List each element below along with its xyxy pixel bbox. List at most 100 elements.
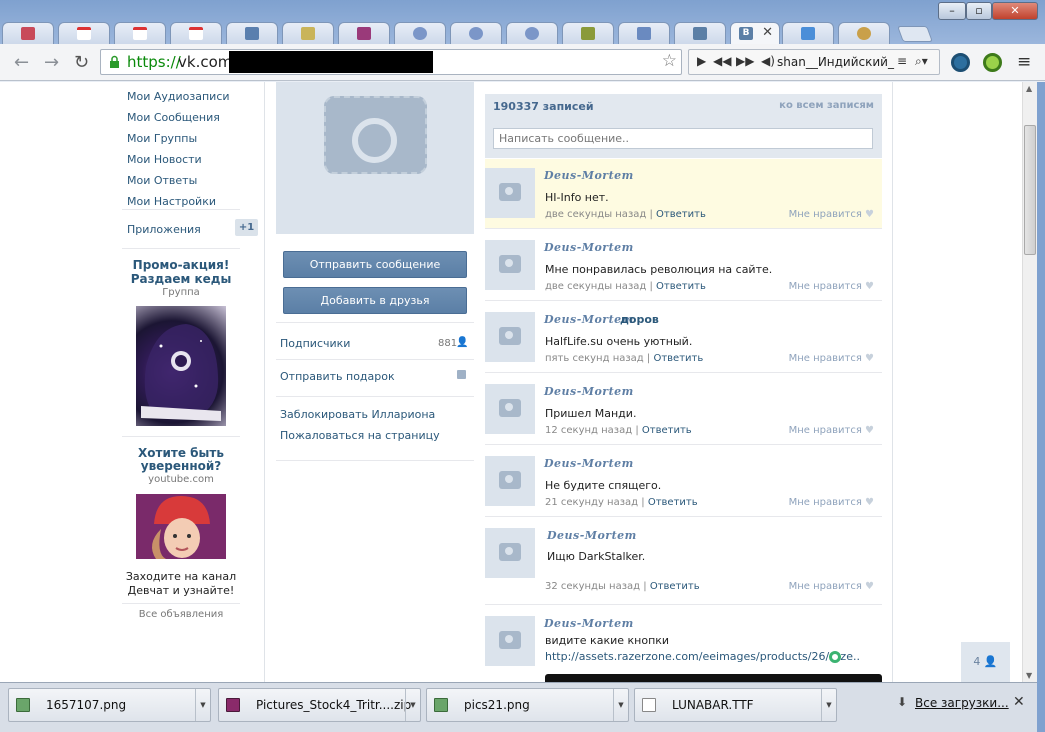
all-downloads-link[interactable]: Все загрузки... — [915, 696, 1009, 710]
online-count-badge[interactable]: 4 👤 — [961, 642, 1010, 682]
video-preview[interactable] — [545, 674, 882, 682]
scroll-up-icon[interactable]: ▲ — [1026, 84, 1032, 93]
tab-5[interactable] — [226, 22, 278, 44]
tab-7[interactable] — [338, 22, 390, 44]
address-bar[interactable]: https:// vk.com/ ☆ — [100, 49, 682, 75]
like-button[interactable]: Мне нравится ♥ — [789, 497, 874, 508]
tab-13[interactable] — [674, 22, 726, 44]
ad1-image[interactable] — [136, 306, 226, 426]
nav-groups[interactable]: Мои Группы — [127, 132, 197, 145]
apps-badge[interactable]: +1 — [235, 219, 258, 236]
download-item[interactable]: pics21.png ▼ — [426, 688, 629, 722]
nav-news[interactable]: Мои Новости — [127, 153, 202, 166]
tab-11[interactable] — [562, 22, 614, 44]
nav-apps[interactable]: Приложения — [127, 223, 201, 236]
tab-vk-active[interactable]: В ✕ — [730, 22, 780, 45]
search-icon[interactable]: ⌕▾ — [915, 54, 928, 69]
nav-settings[interactable]: Мои Настройки — [127, 195, 216, 208]
like-button[interactable]: Мне нравится ♥ — [789, 281, 874, 292]
reply-link[interactable]: Ответить — [650, 581, 700, 592]
tab-8[interactable] — [394, 22, 446, 44]
close-icon[interactable]: ✕ — [1013, 694, 1025, 710]
wall-message-input[interactable]: Написать сообщение.. — [493, 128, 873, 149]
avatar[interactable] — [485, 384, 535, 434]
post-author[interactable]: Deus-Mortem — [544, 241, 634, 254]
tab-3[interactable] — [114, 22, 166, 44]
tab-1[interactable] — [2, 22, 54, 44]
avatar[interactable] — [485, 168, 535, 218]
post-time[interactable]: пять секунд назад — [545, 353, 644, 364]
avatar[interactable] — [485, 528, 535, 578]
reply-link[interactable]: Ответить — [642, 425, 692, 436]
post-time[interactable]: 32 секунды назад — [545, 581, 640, 592]
download-item[interactable]: LUNABAR.TTF ▼ — [634, 688, 837, 722]
avatar[interactable] — [485, 456, 535, 506]
post-time[interactable]: 12 секунд назад — [545, 425, 632, 436]
post-time[interactable]: две секунды назад — [545, 209, 646, 220]
all-posts-link[interactable]: ко всем записям — [779, 100, 874, 111]
tab-15[interactable] — [782, 22, 834, 44]
nav-messages[interactable]: Мои Сообщения — [127, 111, 220, 124]
reply-link[interactable]: Ответить — [656, 209, 706, 220]
like-button[interactable]: Мне нравится ♥ — [789, 353, 874, 364]
window-close-button[interactable]: ✕ — [992, 2, 1038, 20]
avatar[interactable] — [485, 616, 535, 666]
forward-icon[interactable]: → — [44, 52, 59, 73]
scroll-down-icon[interactable]: ▼ — [1026, 671, 1032, 680]
tab-4[interactable] — [170, 22, 222, 44]
ad2-title[interactable]: Хотите быть — [122, 446, 240, 460]
tab-16[interactable] — [838, 22, 890, 44]
chevron-down-icon[interactable]: ▼ — [405, 689, 420, 721]
post-link[interactable]: http://assets.razerzone.com/eeimages/pro… — [545, 650, 860, 663]
add-friend-button[interactable]: Добавить в друзья — [283, 287, 467, 314]
bookmark-star-icon[interactable]: ☆ — [662, 51, 677, 71]
maximize-button[interactable]: ▫ — [966, 2, 992, 20]
tab-9[interactable] — [450, 22, 502, 44]
tab-12[interactable] — [618, 22, 670, 44]
scroll-thumb[interactable] — [1024, 125, 1036, 255]
post-author-suffix[interactable]: доров — [620, 313, 659, 326]
tab-10[interactable] — [506, 22, 558, 44]
post-author[interactable]: Deus-Mortem — [547, 529, 637, 542]
reply-link[interactable]: Ответить — [656, 281, 706, 292]
chevron-down-icon[interactable]: ▼ — [613, 689, 628, 721]
reload-icon[interactable]: ↻ — [74, 52, 89, 73]
tab-close-icon[interactable]: ✕ — [762, 25, 773, 40]
extension-icon[interactable] — [983, 53, 1002, 72]
playlist-icon[interactable]: ≡ — [897, 54, 907, 68]
minimize-button[interactable]: – — [938, 2, 966, 20]
post-author[interactable]: Deus-Mortem — [544, 457, 634, 470]
reply-link[interactable]: Ответить — [648, 497, 698, 508]
avatar[interactable] — [485, 240, 535, 290]
post-author[interactable]: Deus-Mortem — [544, 169, 634, 182]
download-item[interactable]: Pictures_Stock4_Tritr....zip ▼ — [218, 688, 421, 722]
all-ads-link[interactable]: Все объявления — [122, 609, 240, 620]
extension-icon[interactable] — [951, 53, 970, 72]
ad1-title-2[interactable]: Раздаем кеды — [122, 272, 240, 286]
play-icon[interactable]: ▶ — [697, 54, 706, 68]
menu-icon[interactable]: ≡ — [1017, 52, 1031, 72]
reply-link[interactable]: Ответить — [653, 353, 703, 364]
back-icon[interactable]: ← — [14, 52, 29, 73]
new-tab-button[interactable] — [897, 26, 933, 42]
download-item[interactable]: 1657107.png ▼ — [8, 688, 211, 722]
chevron-down-icon[interactable]: ▼ — [821, 689, 836, 721]
post-time[interactable]: 21 секунду назад — [545, 497, 638, 508]
ad2-image[interactable] — [136, 494, 226, 559]
report-page-link[interactable]: Пожаловаться на страницу — [280, 429, 440, 442]
tab-2[interactable] — [58, 22, 110, 44]
nav-audio[interactable]: Мои Аудиозаписи — [127, 90, 230, 103]
like-button[interactable]: Мне нравится ♥ — [789, 581, 874, 592]
avatar[interactable] — [485, 312, 535, 362]
send-message-button[interactable]: Отправить сообщение — [283, 251, 467, 278]
subscribers-link[interactable]: Подписчики — [280, 337, 350, 350]
post-time[interactable]: две секунды назад — [545, 281, 646, 292]
like-button[interactable]: Мне нравится ♥ — [789, 209, 874, 220]
volume-icon[interactable]: ◀) — [761, 54, 775, 68]
post-author[interactable]: Deus-Mortem — [544, 385, 634, 398]
block-user-link[interactable]: Заблокировать Иллариона — [280, 408, 435, 421]
chevron-down-icon[interactable]: ▼ — [195, 689, 210, 721]
tab-6[interactable] — [282, 22, 334, 44]
nav-answers[interactable]: Мои Ответы — [127, 174, 197, 187]
ad2-title-2[interactable]: уверенной? — [122, 459, 240, 473]
